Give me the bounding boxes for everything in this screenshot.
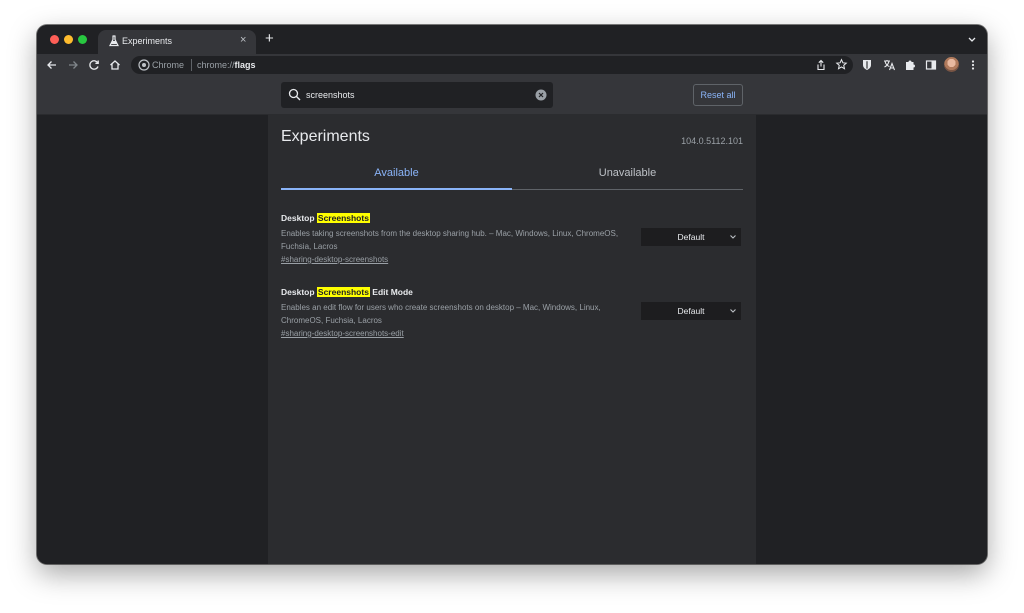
experiment-item: Desktop Screenshots Enables taking scree… (281, 212, 743, 264)
experiment-name-suffix: Edit Mode (369, 287, 413, 297)
chevron-down-icon (730, 235, 736, 239)
experiment-state-select[interactable]: Default (641, 228, 741, 246)
extensions-puzzle-icon[interactable] (903, 58, 917, 72)
flags-page: screenshots Reset all Experiments 104.0.… (37, 76, 987, 564)
chevron-down-icon (730, 309, 736, 313)
experiment-name-prefix: Desktop (281, 213, 317, 223)
experiment-name: Desktop Screenshots Edit Mode (281, 286, 743, 298)
minimize-window-button[interactable] (64, 35, 73, 44)
experiment-state-select[interactable]: Default (641, 302, 741, 320)
bitwarden-shield-icon[interactable] (860, 58, 874, 72)
page-title: Experiments (281, 128, 370, 145)
zoom-window-button[interactable] (78, 35, 87, 44)
back-arrow-icon[interactable] (45, 58, 59, 72)
experiment-item: Desktop Screenshots Edit Mode Enables an… (281, 286, 743, 338)
clear-search-icon[interactable] (535, 89, 547, 101)
reload-icon[interactable] (87, 58, 101, 72)
close-window-button[interactable] (50, 35, 59, 44)
url-prefix: chrome:// (197, 60, 235, 70)
flags-header: screenshots Reset all (37, 76, 987, 115)
address-bar[interactable]: Chrome chrome://flags (131, 56, 853, 74)
chrome-site-icon (138, 59, 150, 71)
bookmark-star-icon[interactable] (835, 58, 848, 71)
home-icon[interactable] (108, 58, 122, 72)
browser-toolbar: Chrome chrome://flags (37, 54, 987, 76)
search-icon (288, 88, 301, 101)
tab-strip: Experiments × + (37, 25, 987, 54)
select-value: Default (677, 232, 705, 242)
search-input[interactable]: screenshots (281, 82, 553, 108)
experiment-name: Desktop Screenshots (281, 212, 743, 224)
forward-arrow-icon[interactable] (66, 58, 80, 72)
search-highlight: Screenshots (316, 213, 370, 223)
url-text: chrome://flags (197, 60, 256, 70)
translate-icon[interactable] (882, 58, 896, 72)
new-tab-button[interactable]: + (265, 30, 274, 47)
kebab-menu-icon[interactable] (966, 58, 980, 72)
experiment-name-prefix: Desktop (281, 287, 317, 297)
tab-available[interactable]: Available (281, 158, 512, 190)
experiment-description: Enables an edit flow for users who creat… (281, 303, 601, 325)
experiment-tabs: Available Unavailable (281, 158, 743, 190)
reset-all-button[interactable]: Reset all (693, 84, 743, 106)
site-label: Chrome (152, 60, 185, 70)
flask-icon (109, 35, 119, 47)
search-highlight: Screenshots (316, 287, 370, 297)
url-path: flags (234, 60, 256, 70)
experiments-panel: Experiments 104.0.5112.101 Available Una… (268, 114, 756, 564)
close-tab-icon[interactable]: × (240, 34, 246, 46)
side-panel-icon[interactable] (924, 58, 938, 72)
share-icon[interactable] (815, 59, 827, 71)
omnibox-divider (191, 59, 192, 71)
select-value: Default (677, 306, 705, 316)
version-label: 104.0.5112.101 (681, 136, 743, 146)
browser-tab-experiments[interactable]: Experiments × (98, 30, 256, 54)
search-query: screenshots (306, 90, 355, 100)
experiment-description: Enables taking screenshots from the desk… (281, 229, 619, 251)
tab-title: Experiments (122, 36, 173, 46)
profile-avatar[interactable] (944, 57, 959, 72)
experiment-permalink[interactable]: #sharing-desktop-screenshots-edit (281, 329, 743, 338)
browser-window: Experiments × + Chrome chrome://flags sc… (37, 25, 987, 564)
tab-unavailable[interactable]: Unavailable (512, 158, 743, 189)
tab-search-chevron-icon[interactable] (966, 33, 978, 45)
experiment-permalink[interactable]: #sharing-desktop-screenshots (281, 255, 743, 264)
